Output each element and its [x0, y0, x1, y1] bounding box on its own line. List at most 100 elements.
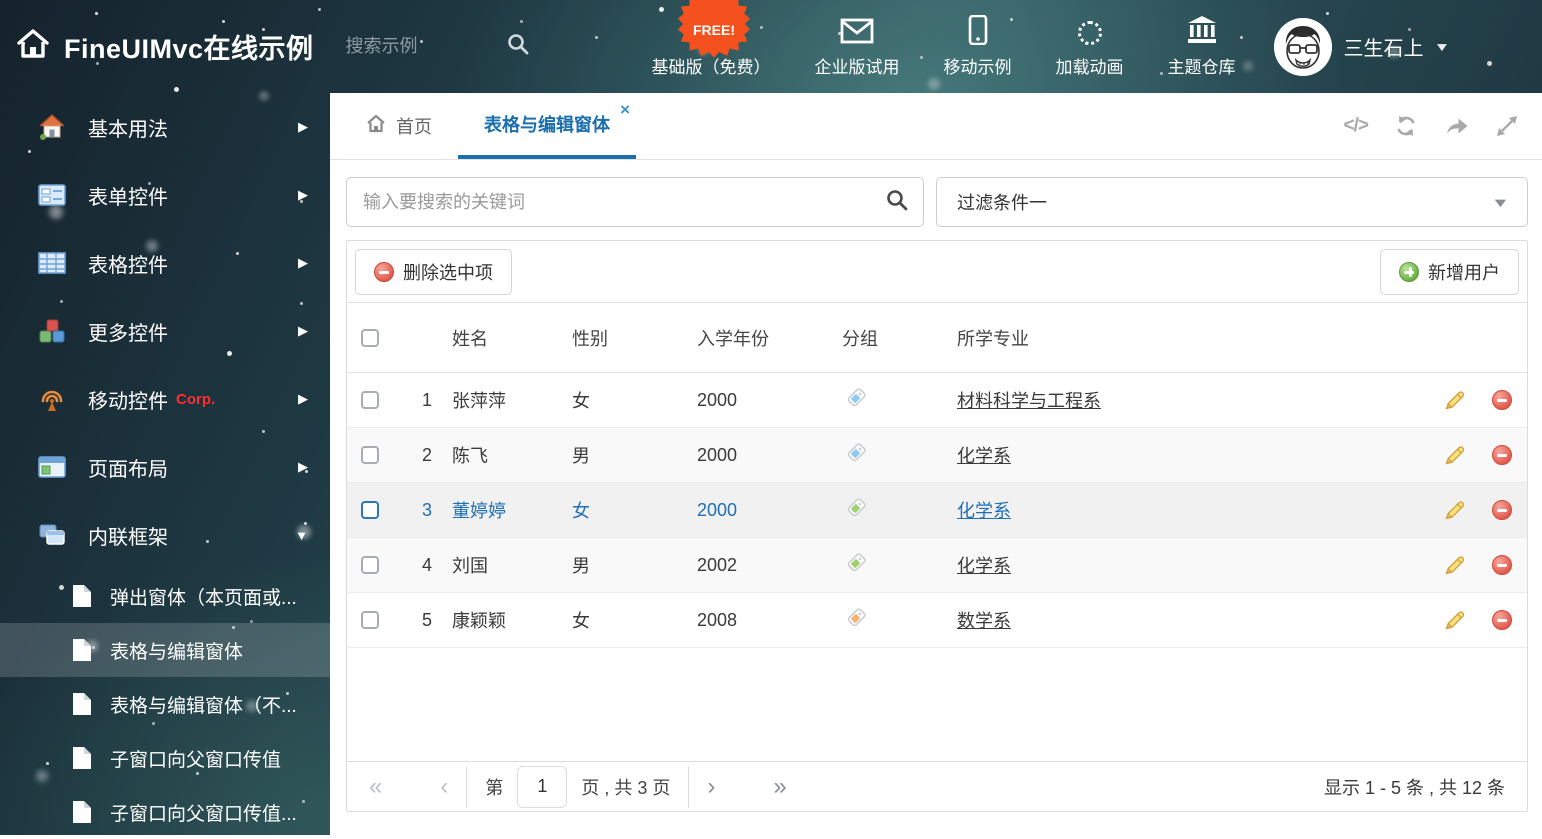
sidebar-item-page-layout[interactable]: 页面布局 ▶	[0, 433, 330, 501]
close-icon[interactable]: ×	[620, 101, 630, 118]
nav-label: 移动示例	[944, 53, 1012, 78]
sidebar-item-mobile-controls[interactable]: 移动控件 Corp. ▶	[0, 365, 330, 433]
tag-icon	[842, 441, 957, 470]
column-header-name[interactable]: 姓名	[452, 325, 572, 351]
tab-home[interactable]: 首页	[340, 93, 458, 159]
delete-selected-button[interactable]: 删除选中项	[355, 249, 512, 295]
search-icon[interactable]	[885, 188, 909, 217]
keyword-search-input[interactable]	[363, 192, 885, 213]
record-summary: 显示 1 - 5 条 , 共 12 条	[1324, 774, 1505, 800]
page-number-input[interactable]	[517, 766, 567, 808]
delete-row-icon[interactable]	[1477, 610, 1527, 630]
column-header-gender[interactable]: 性别	[572, 325, 697, 351]
sidebar-subitem-child-to-parent-2[interactable]: 子窗口向父窗口传值...	[0, 785, 330, 839]
table-row[interactable]: 5 康颖颖 女 2008 数学系	[347, 593, 1527, 648]
app-title: FineUIMvc在线示例	[64, 27, 314, 66]
tag-icon	[842, 496, 957, 525]
cell-gender: 女	[572, 607, 697, 633]
sidebar-subitem-popup-window[interactable]: 弹出窗体（本页面或...	[0, 569, 330, 623]
page-prefix: 第	[485, 774, 503, 800]
column-header-major[interactable]: 所学专业	[957, 325, 1432, 351]
table-row-selected[interactable]: 3 董婷婷 女 2000 化学系	[347, 483, 1527, 538]
delete-row-icon[interactable]	[1477, 555, 1527, 575]
mobile-icon	[968, 15, 988, 45]
table-header: 姓名 性别 入学年份 分组 所学专业	[347, 303, 1527, 373]
file-icon	[72, 746, 92, 770]
cell-gender: 男	[572, 552, 697, 578]
code-icon[interactable]: </>	[1344, 115, 1368, 137]
edit-pencil-icon[interactable]	[1432, 499, 1477, 521]
house-icon	[38, 113, 66, 141]
sidebar-item-form-controls[interactable]: 表单控件 ▶	[0, 161, 330, 229]
refresh-icon[interactable]	[1394, 114, 1418, 138]
column-header-year[interactable]: 入学年份	[697, 325, 842, 351]
row-checkbox[interactable]	[361, 611, 379, 629]
tab-bar: 首页 表格与编辑窗体 × </>	[330, 93, 1542, 160]
sidebar-subitem-grid-edit-window-2[interactable]: 表格与编辑窗体（不...	[0, 677, 330, 731]
edit-pencil-icon[interactable]	[1432, 554, 1477, 576]
column-header-group[interactable]: 分组	[842, 325, 957, 351]
next-page-icon[interactable]: ›	[707, 775, 715, 799]
sidebar-item-grid-controls[interactable]: 表格控件 ▶	[0, 229, 330, 297]
sidebar: 基本用法 ▶ 表单控件 ▶ 表格控件 ▶ 更多控件 ▶ 移动控件 Corp. ▶	[0, 93, 330, 835]
select-all-checkbox[interactable]	[361, 329, 379, 347]
table-row[interactable]: 4 刘国 男 2002 化学系	[347, 538, 1527, 593]
first-page-icon[interactable]: «	[369, 775, 382, 799]
delete-row-icon[interactable]	[1477, 390, 1527, 410]
expand-icon[interactable]	[1496, 115, 1518, 137]
nav-mobile-demo[interactable]: 移动示例	[944, 15, 1012, 78]
header-search[interactable]	[346, 32, 556, 61]
sidebar-subitem-child-to-parent[interactable]: 子窗口向父窗口传值	[0, 731, 330, 785]
row-checkbox[interactable]	[361, 501, 379, 519]
nav-enterprise-trial[interactable]: 企业版试用	[815, 15, 900, 78]
share-icon[interactable]	[1444, 114, 1470, 138]
row-checkbox[interactable]	[361, 446, 379, 464]
header-search-input[interactable]	[346, 36, 506, 57]
tag-icon	[842, 606, 957, 635]
file-icon	[72, 800, 92, 824]
tab-label: 表格与编辑窗体	[484, 111, 610, 137]
sidebar-subitem-grid-edit-window[interactable]: 表格与编辑窗体	[0, 623, 330, 677]
envelope-icon	[840, 15, 874, 45]
table-row[interactable]: 1 张萍萍 女 2000 材料科学与工程系	[347, 373, 1527, 428]
brand[interactable]: FineUIMvc在线示例	[0, 27, 314, 66]
user-name: 三生石上	[1344, 32, 1424, 61]
add-user-button[interactable]: 新增用户	[1380, 249, 1519, 295]
tag-icon	[842, 386, 957, 415]
corp-badge: Corp.	[176, 391, 215, 408]
home-icon	[366, 114, 386, 138]
delete-row-icon[interactable]	[1477, 500, 1527, 520]
cell-major: 化学系	[957, 497, 1432, 523]
row-checkbox[interactable]	[361, 556, 379, 574]
search-icon[interactable]	[506, 32, 530, 61]
chevron-down-icon: ▼	[295, 528, 308, 543]
last-page-icon[interactable]: »	[773, 775, 786, 799]
sidebar-item-inline-frame[interactable]: 内联框架 ▼	[0, 501, 330, 569]
delete-row-icon[interactable]	[1477, 445, 1527, 465]
table-row[interactable]: 2 陈飞 男 2000 化学系	[347, 428, 1527, 483]
cell-major: 材料科学与工程系	[957, 387, 1432, 413]
sidebar-item-more-controls[interactable]: 更多控件 ▶	[0, 297, 330, 365]
file-icon	[72, 692, 92, 716]
tab-grid-edit-window[interactable]: 表格与编辑窗体 ×	[458, 93, 636, 159]
sidebar-item-basic-usage[interactable]: 基本用法 ▶	[0, 93, 330, 161]
nav-label: 主题仓库	[1168, 53, 1236, 78]
nav-theme-repo[interactable]: 主题仓库	[1168, 15, 1236, 78]
edit-pencil-icon[interactable]	[1432, 444, 1477, 466]
filter-dropdown[interactable]: 过滤条件一 ▼	[936, 177, 1528, 227]
edit-pencil-icon[interactable]	[1432, 609, 1477, 631]
keyword-search[interactable]	[346, 177, 924, 227]
cell-major: 化学系	[957, 552, 1432, 578]
edit-pencil-icon[interactable]	[1432, 389, 1477, 411]
nav-loading-animation[interactable]: 加载动画	[1056, 15, 1124, 78]
user-menu[interactable]: 三生石上 ▼	[1274, 18, 1448, 76]
grid-toolbar: 删除选中项 新增用户	[347, 241, 1527, 303]
prev-page-icon[interactable]: ‹	[440, 775, 448, 799]
cell-name: 陈飞	[452, 442, 572, 468]
row-checkbox[interactable]	[361, 391, 379, 409]
cell-year: 2008	[697, 610, 842, 631]
divider	[688, 766, 689, 808]
cell-name: 刘国	[452, 552, 572, 578]
chevron-down-icon: ▼	[1491, 195, 1510, 210]
cubes-icon	[38, 317, 66, 345]
